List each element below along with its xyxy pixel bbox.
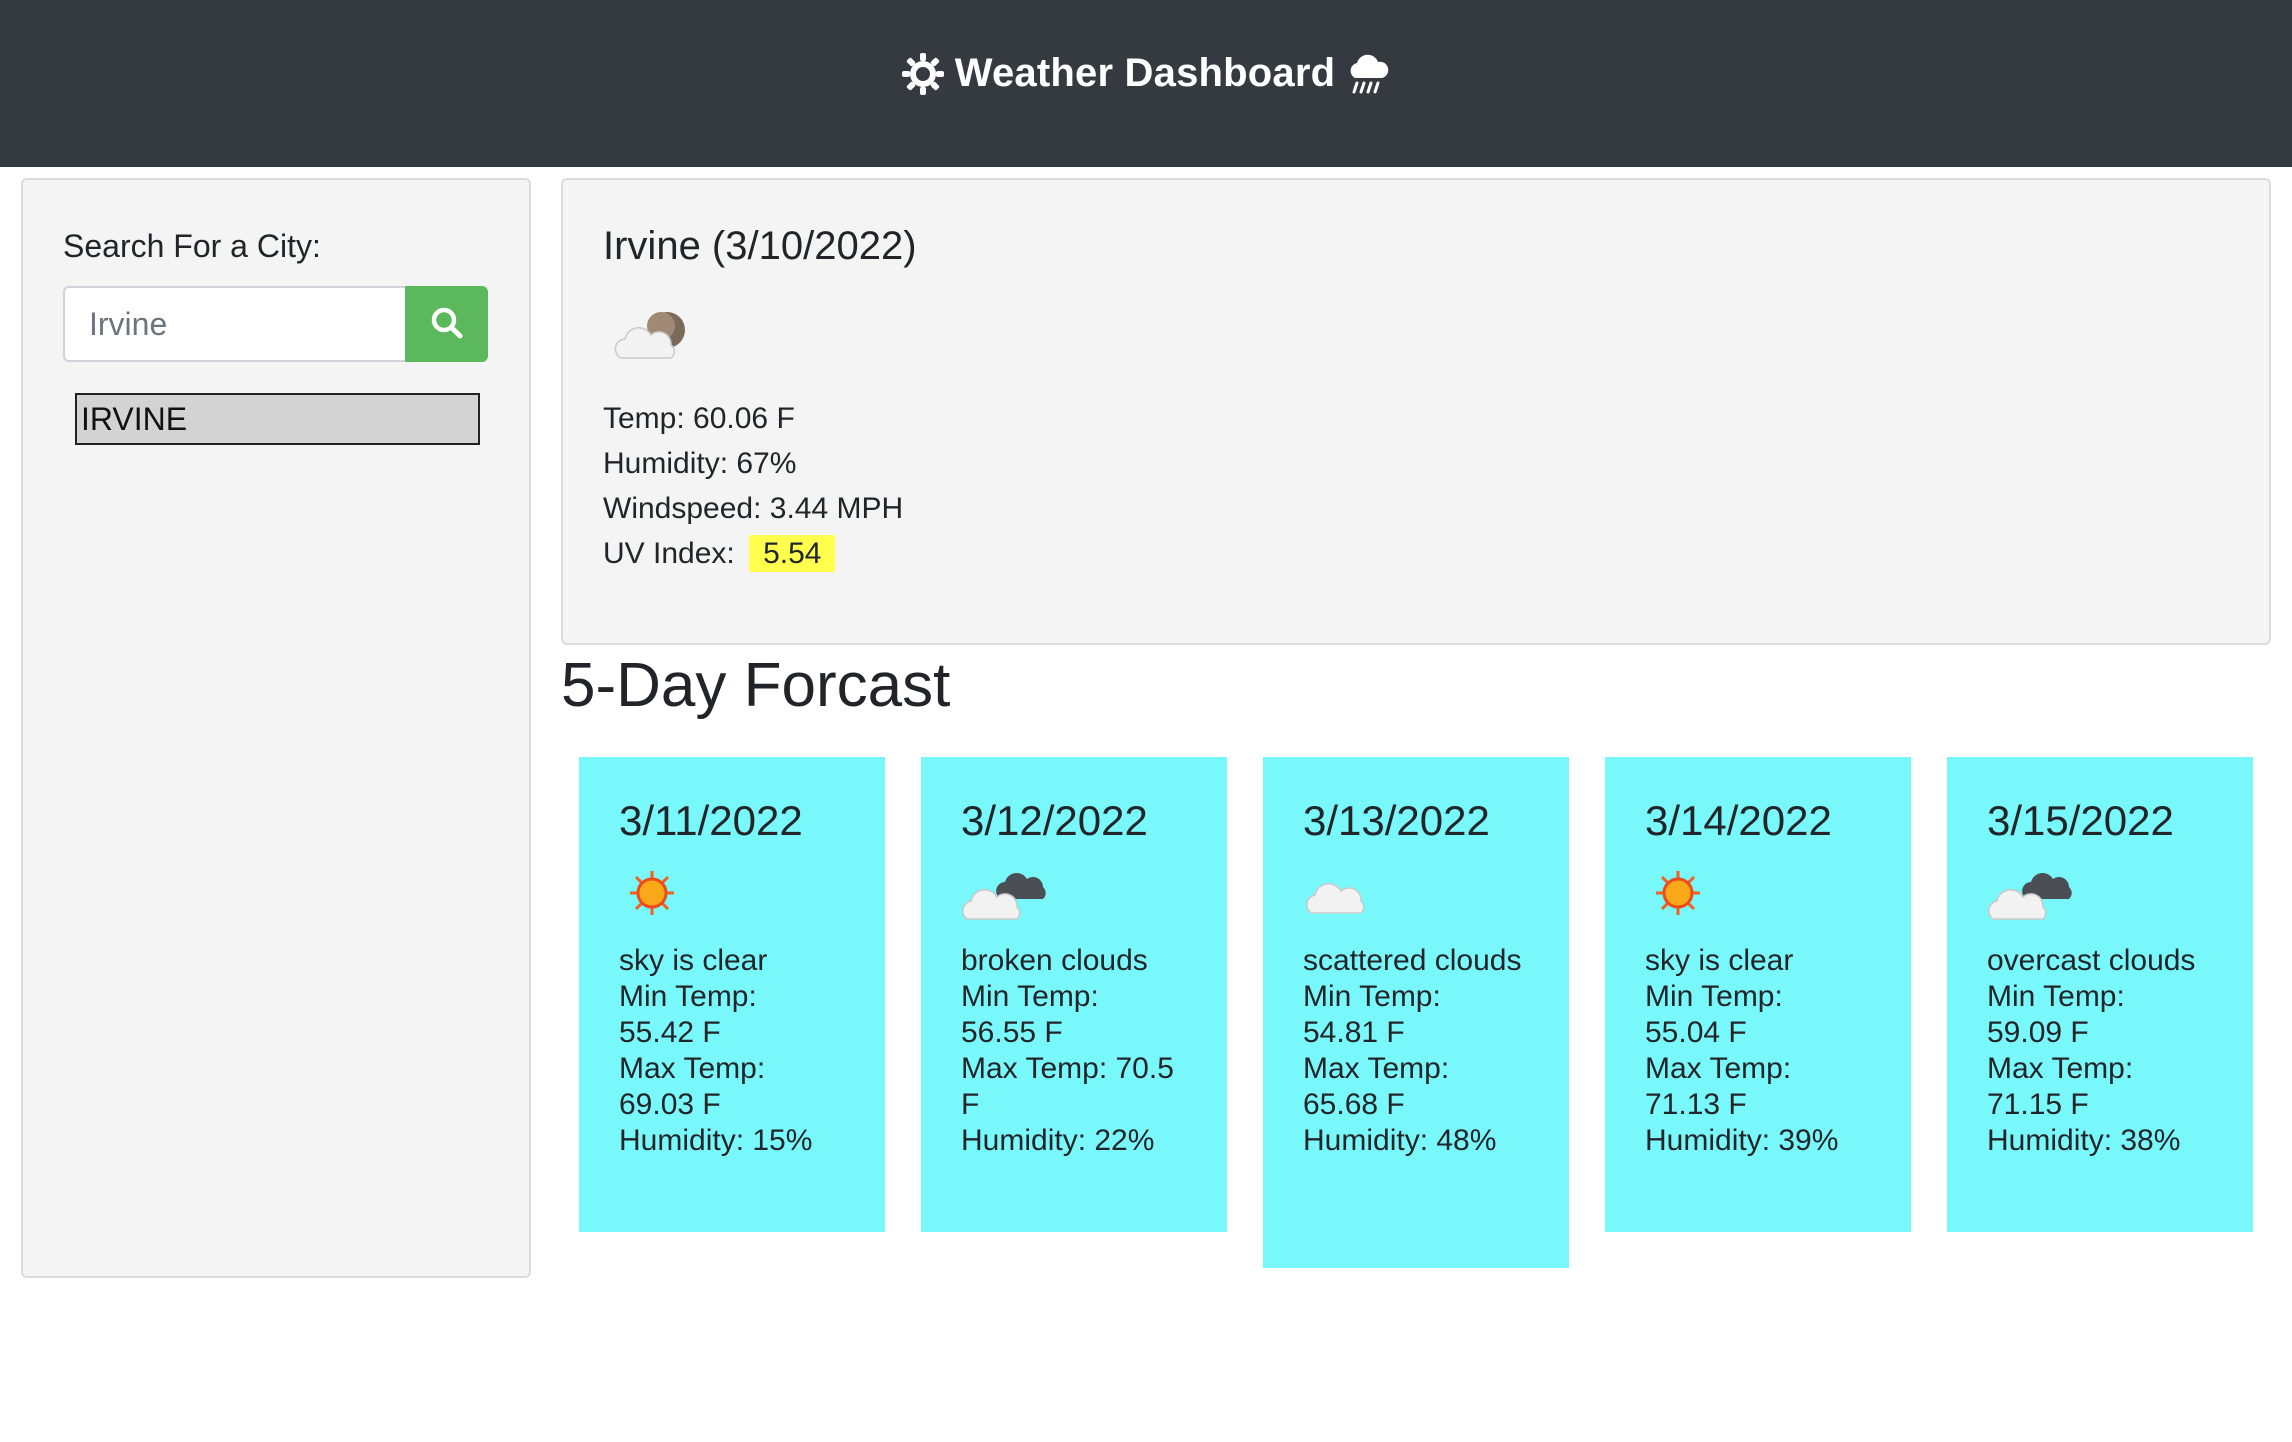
- forecast-max-label: Max Temp:: [1645, 1052, 1792, 1085]
- forecast-max-label: Max Temp:: [619, 1052, 766, 1085]
- forecast-description: sky is clear: [1645, 944, 1794, 977]
- forecast-description: scattered clouds: [1303, 944, 1522, 977]
- forecast-date: 3/11/2022: [619, 797, 803, 844]
- forecast-card: 3/13/2022 scattered clouds Min Temp: 54.…: [1263, 757, 1569, 1268]
- forecast-card: 3/15/2022 overcast clouds Min Temp: 59.0…: [1947, 757, 2253, 1232]
- search-input[interactable]: [63, 286, 405, 362]
- forecast-min-label: Min Temp:: [1303, 980, 1441, 1013]
- forecast-max-temp: F: [961, 1088, 980, 1121]
- forecast-date: 3/12/2022: [961, 797, 1148, 844]
- current-windspeed: Windspeed: 3.44 MPH: [603, 492, 904, 525]
- forecast-humidity: Humidity: 22%: [961, 1124, 1155, 1157]
- current-humidity: Humidity: 67%: [603, 447, 797, 480]
- forecast-details: overcast clouds Min Temp: 59.09 F Max Te…: [1987, 943, 2237, 1159]
- forecast-max-label: Max Temp:: [1987, 1052, 2134, 1085]
- forecast-min-label: Min Temp:: [619, 980, 757, 1013]
- uv-index-badge: 5.54: [749, 535, 836, 572]
- forecast-description: sky is clear: [619, 944, 768, 977]
- uv-index-label: UV Index:: [603, 537, 735, 570]
- forecast-heading: 5-Day Forcast: [561, 651, 951, 720]
- sun-gear-icon: [901, 52, 945, 96]
- forecast-details: broken clouds Min Temp: 56.55 F Max Temp…: [961, 943, 1211, 1159]
- overcast-clouds-icon: [1987, 865, 2077, 930]
- sun-icon: [619, 865, 685, 926]
- forecast-min-label: Min Temp:: [1987, 980, 2125, 1013]
- history-item-irvine[interactable]: IRVINE: [75, 393, 480, 445]
- forecast-min-label: Min Temp:: [1645, 980, 1783, 1013]
- forecast-min-temp: 55.04 F: [1645, 1016, 1747, 1049]
- forecast-details: sky is clear Min Temp: 55.04 F Max Temp:…: [1645, 943, 1895, 1159]
- forecast-date: 3/15/2022: [1987, 797, 2174, 844]
- current-city-title: Irvine (3/10/2022): [603, 224, 917, 268]
- current-temp: Temp: 60.06 F: [603, 402, 795, 435]
- header-title-group: Weather Dashboard: [901, 51, 1392, 96]
- broken-clouds-icon: [961, 865, 1051, 930]
- forecast-min-temp: 59.09 F: [1987, 1016, 2089, 1049]
- page-title: Weather Dashboard: [954, 51, 1336, 95]
- forecast-date: 3/13/2022: [1303, 797, 1490, 844]
- forecast-date: 3/14/2022: [1645, 797, 1832, 844]
- forecast-humidity: Humidity: 15%: [619, 1124, 813, 1157]
- forecast-details: sky is clear Min Temp: 55.42 F Max Temp:…: [619, 943, 869, 1159]
- forecast-description: overcast clouds: [1987, 944, 2196, 977]
- search-label: Search For a City:: [63, 228, 321, 264]
- search-icon: [430, 306, 464, 343]
- forecast-min-label: Min Temp:: [961, 980, 1099, 1013]
- search-panel: Search For a City: IRVINE: [21, 178, 531, 1278]
- forecast-card: 3/14/2022 sky is clear Min Temp: 55.04 F…: [1605, 757, 1911, 1232]
- search-button[interactable]: [405, 286, 488, 362]
- forecast-humidity: Humidity: 38%: [1987, 1124, 2181, 1157]
- forecast-max-temp: 71.13 F: [1645, 1088, 1747, 1121]
- forecast-humidity: Humidity: 48%: [1303, 1124, 1497, 1157]
- forecast-description: broken clouds: [961, 944, 1148, 977]
- forecast-min-temp: 55.42 F: [619, 1016, 721, 1049]
- page-header: Weather Dashboard: [0, 0, 2292, 167]
- forecast-max-temp: 65.68 F: [1303, 1088, 1405, 1121]
- forecast-details: scattered clouds Min Temp: 54.81 F Max T…: [1303, 943, 1553, 1159]
- forecast-humidity: Humidity: 39%: [1645, 1124, 1839, 1157]
- forecast-min-temp: 54.81 F: [1303, 1016, 1405, 1049]
- current-uv-row: UV Index: 5.54: [603, 535, 836, 572]
- partly-cloudy-night-icon: [609, 306, 693, 373]
- forecast-max-temp: 69.03 F: [619, 1088, 721, 1121]
- sun-icon: [1645, 865, 1711, 926]
- current-weather-panel: Irvine (3/10/2022) Temp: 60.06 F Humidit…: [561, 178, 2271, 645]
- forecast-card: 3/11/2022 sky is clear Min Temp: 55.42 F…: [579, 757, 885, 1232]
- forecast-max-label: Max Temp: 70.5: [961, 1052, 1174, 1085]
- forecast-card: 3/12/2022 broken clouds Min Temp: 56.55 …: [921, 757, 1227, 1232]
- forecast-max-label: Max Temp:: [1303, 1052, 1450, 1085]
- cloud-rain-icon: [1345, 52, 1391, 96]
- forecast-max-temp: 71.15 F: [1987, 1088, 2089, 1121]
- forecast-min-temp: 56.55 F: [961, 1016, 1063, 1049]
- cloud-icon: [1303, 865, 1379, 926]
